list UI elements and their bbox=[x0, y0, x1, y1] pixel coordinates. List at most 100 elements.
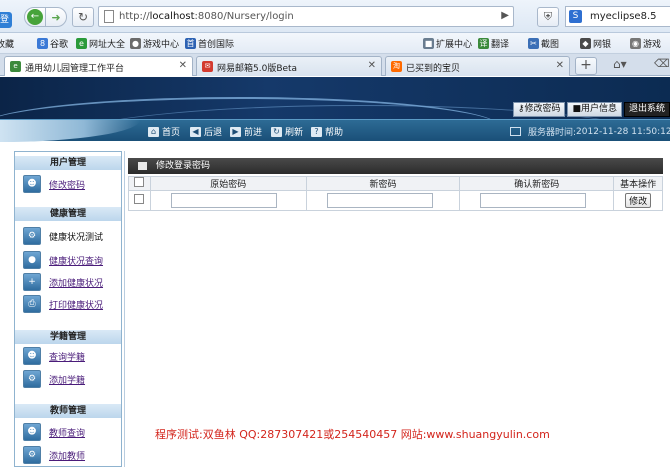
refresh-button[interactable]: ↻ bbox=[72, 7, 94, 27]
sidebar-item-label: 教师查询 bbox=[49, 428, 86, 439]
home-icon: ⌂▾ bbox=[613, 57, 627, 71]
sidebar-item-health-print[interactable]: ⎙ 打印健康状况 bbox=[23, 295, 103, 313]
help-icon: ? bbox=[311, 126, 322, 137]
tab-nursery[interactable]: e 通用幼儿园管理工作平台 ✕ bbox=[4, 56, 193, 76]
forward-icon: ▶ bbox=[230, 126, 241, 137]
fav-item-screenshot[interactable]: ✂ 截图 bbox=[528, 37, 559, 50]
select-all-checkbox[interactable] bbox=[134, 177, 145, 187]
fav-item-translate[interactable]: 译翻译 bbox=[478, 37, 509, 50]
sidebar-item-label: 添加健康状况 bbox=[49, 278, 104, 289]
sidebar-group-title: 学籍管理 bbox=[15, 330, 121, 344]
taobao-favicon-icon: 淘 bbox=[391, 61, 402, 72]
fav-item-games[interactable]: ● 游戏中心 bbox=[130, 37, 179, 50]
fav-item-ebank[interactable]: ◆ 网银 bbox=[580, 37, 611, 50]
student-gear-icon: ⚙ bbox=[23, 370, 41, 388]
sidebar-item-label: 查询学籍 bbox=[49, 352, 86, 363]
sidebar-item-change-password[interactable]: ☻ 修改密码 bbox=[23, 175, 85, 193]
sidebar-group-title: 用户管理 bbox=[15, 156, 121, 170]
tab-bar: e 通用幼儿园管理工作平台 ✕ ✉ 网易邮箱5.0版Beta ✕ 淘 已买到的宝… bbox=[0, 54, 670, 76]
panel-title: 修改登录密码 bbox=[128, 158, 663, 174]
login-pill[interactable]: 登录 bbox=[0, 12, 12, 28]
home-icon: ⌂ bbox=[148, 126, 159, 137]
fav-label: 游戏中心 bbox=[143, 40, 180, 50]
table-header-row: 原始密码 新密码 确认新密码 基本操作 bbox=[128, 176, 663, 191]
search-box[interactable]: S myeclipse8.5 bbox=[565, 6, 670, 27]
sidebar-item-enrollment-query[interactable]: ☻ 查询学籍 bbox=[23, 347, 85, 365]
gamepad-icon: ● bbox=[130, 38, 141, 49]
footer-note: 程序测试:双鱼林 QQ:287307421或254540457 网站:www.s… bbox=[155, 428, 550, 441]
sidebar-item-label: 修改密码 bbox=[49, 180, 86, 191]
fav-label: 网银 bbox=[593, 40, 612, 50]
trash-icon: ⌫ bbox=[654, 57, 670, 70]
sidebar-group-title: 健康管理 bbox=[15, 207, 121, 221]
change-password-link[interactable]: ⚷修改密码 bbox=[512, 102, 566, 117]
panel-title-text: 修改登录密码 bbox=[156, 161, 211, 171]
sidebar-item-health-test[interactable]: ⚙ 健康状况测试 bbox=[23, 227, 103, 245]
sidebar-item-teacher-add[interactable]: ⚙ 添加教师 bbox=[23, 446, 85, 464]
header-banner: ⚷修改密码 ■用户信息 退出系统 bbox=[0, 77, 670, 119]
fav-item-shouchuang[interactable]: 首首创国际 bbox=[185, 37, 234, 50]
logout-link[interactable]: 退出系统 bbox=[623, 102, 670, 117]
security-shield-button[interactable]: ⛨ bbox=[537, 7, 559, 27]
sidebar-item-label: 健康状况测试 bbox=[49, 232, 104, 243]
search-engine-icon[interactable]: S bbox=[569, 10, 582, 23]
tab-label: 网易邮箱5.0版Beta bbox=[217, 64, 298, 74]
user-info-link[interactable]: ■用户信息 bbox=[567, 102, 622, 117]
page-icon bbox=[104, 10, 114, 23]
sidebar-item-enrollment-add[interactable]: ⚙ 添加学籍 bbox=[23, 370, 85, 388]
fav-label: 网址大全 bbox=[89, 40, 126, 50]
edit-button[interactable]: 修改 bbox=[625, 193, 652, 208]
nav-back[interactable]: ◀ 后退 bbox=[190, 125, 222, 138]
close-icon[interactable]: ✕ bbox=[556, 60, 564, 71]
divider bbox=[124, 151, 125, 467]
sidebar-group-title: 教师管理 bbox=[15, 404, 121, 418]
tab-mail[interactable]: ✉ 网易邮箱5.0版Beta ✕ bbox=[196, 56, 382, 76]
fav-item-sites[interactable]: e 网址大全 bbox=[76, 37, 125, 50]
header-links: ⚷修改密码 ■用户信息 退出系统 bbox=[511, 102, 670, 117]
tab-taobao[interactable]: 淘 已买到的宝贝 ✕ bbox=[385, 56, 570, 76]
close-icon[interactable]: ✕ bbox=[368, 60, 376, 71]
nav-label: 帮助 bbox=[325, 128, 344, 138]
row-checkbox[interactable] bbox=[134, 194, 145, 204]
table-row: 修改 bbox=[128, 190, 663, 211]
password-table: 原始密码 新密码 确认新密码 基本操作 修改 bbox=[128, 176, 663, 211]
back-button[interactable]: ← bbox=[24, 7, 46, 27]
action-cell: 修改 bbox=[613, 190, 663, 211]
fav-item-collect[interactable]: 收藏 bbox=[0, 37, 14, 50]
sidebar-item-teacher-query[interactable]: ☻ 教师查询 bbox=[23, 423, 85, 441]
old-password-input[interactable] bbox=[170, 193, 277, 208]
fav-item-google[interactable]: 8 谷歌 bbox=[37, 37, 68, 50]
col-actions: 基本操作 bbox=[613, 176, 663, 191]
close-icon[interactable]: ✕ bbox=[179, 60, 187, 71]
go-icon[interactable]: ▶ bbox=[501, 10, 509, 21]
server-time-label: 服务器时间: bbox=[528, 128, 577, 138]
new-tab-button[interactable]: + bbox=[575, 57, 597, 75]
sidebar-item-health-query[interactable]: ● 健康状况查询 bbox=[23, 251, 103, 269]
nav-home[interactable]: ⌂ 首页 bbox=[148, 125, 180, 138]
search-text: myeclipse8.5 bbox=[590, 11, 657, 22]
new-password-input[interactable] bbox=[326, 193, 433, 208]
refresh-icon: ↻ bbox=[77, 10, 89, 24]
forward-button[interactable]: ➜ bbox=[45, 7, 67, 27]
nav-help[interactable]: ? 帮助 bbox=[311, 125, 343, 138]
fav-item-game[interactable]: ◉ 游戏 bbox=[630, 37, 661, 50]
nav-label: 前进 bbox=[244, 128, 263, 138]
web-page: ⚷修改密码 ■用户信息 退出系统 ⌂ 首页 ◀ 后退 ▶ 前进 ↻ 刷新 ? 帮助 服务器… bbox=[0, 77, 670, 467]
fav-label: 扩展中心 bbox=[436, 40, 473, 50]
fav-label: 游戏 bbox=[643, 40, 662, 50]
nav-refresh[interactable]: ↻ 刷新 bbox=[271, 125, 303, 138]
tab-label: 通用幼儿园管理工作平台 bbox=[25, 64, 125, 74]
new-password-cell bbox=[305, 190, 461, 211]
row-select-cell bbox=[128, 190, 151, 211]
address-bar[interactable]: http://localhost:8080/Nursery/login ▶ bbox=[98, 6, 514, 27]
health-add-icon: + bbox=[23, 273, 41, 291]
home-button[interactable]: ⌂▾ bbox=[613, 57, 627, 71]
sidebar-item-health-add[interactable]: + 添加健康状况 bbox=[23, 273, 103, 291]
fav-label: 首创国际 bbox=[198, 40, 235, 50]
fav-item-extensions[interactable]: ■ 扩展中心 bbox=[423, 37, 472, 50]
shouchuang-icon: 首 bbox=[185, 38, 196, 49]
sidebar-item-label: 添加教师 bbox=[49, 451, 86, 462]
nav-forward[interactable]: ▶ 前进 bbox=[230, 125, 262, 138]
confirm-password-input[interactable] bbox=[480, 193, 587, 208]
trash-button[interactable]: ⌫ bbox=[654, 57, 670, 70]
